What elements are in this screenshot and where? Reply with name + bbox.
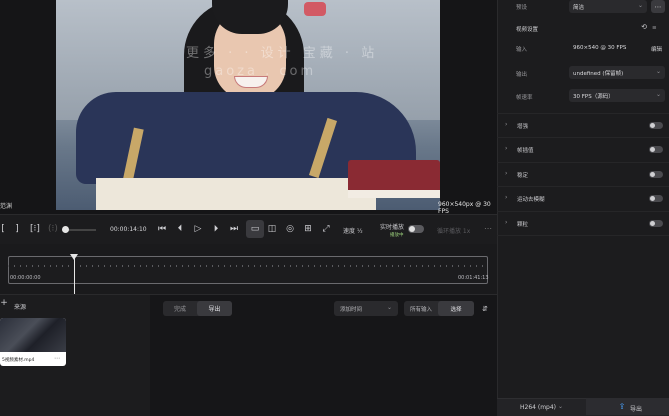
grid-icon[interactable]: ⊞ [301, 222, 315, 236]
preset-label: 预设 [516, 5, 528, 11]
all-inputs-button[interactable]: 所有输入 [404, 301, 438, 316]
timeline-track[interactable] [8, 256, 488, 284]
loop-icon[interactable]: ▭ [248, 222, 262, 236]
section-motion-deblur[interactable]: › 运动去模糊 [497, 186, 669, 211]
output-label: 输出 [516, 72, 528, 78]
chevron-down-icon: ⌄ [386, 304, 392, 311]
output-select[interactable]: undefined (保留帧) ⌄ [569, 66, 665, 79]
clip-more-icon[interactable]: ⋯ [54, 355, 60, 362]
chevron-right-icon: › [505, 145, 508, 152]
playback-speed[interactable]: 速度 ½ [343, 226, 363, 235]
video-viewer: 更多 · · 设计 宝藏 · 站 gaoza . com 960×540px @… [0, 0, 497, 215]
watermark-url: gaoza . com [204, 64, 317, 79]
timeline-start-time: 00:00:00:00 [10, 275, 41, 281]
viewer-side-label: 范渊 [0, 203, 13, 210]
bin-title: 来源 [14, 304, 27, 311]
preset-more-icon[interactable]: ⋯ [651, 0, 665, 13]
step-forward-icon[interactable]: ⏵ [209, 222, 223, 236]
chevron-down-icon: ⌄ [637, 2, 643, 9]
chevron-right-icon: › [505, 219, 508, 226]
split-view-icon[interactable]: ◫ [265, 222, 279, 236]
chevron-down-icon: ⌄ [655, 91, 661, 98]
input-value: 960×540 @ 30 FPS [573, 45, 627, 51]
enhance-toggle[interactable] [649, 122, 663, 129]
chevron-down-icon[interactable]: ⌄ [558, 403, 563, 410]
output-value: undefined (保留帧) [573, 71, 624, 77]
playhead-line[interactable] [74, 254, 75, 294]
frame-hair-bow [304, 2, 326, 16]
section-stabilize[interactable]: › 稳定 [497, 162, 669, 187]
bracket-open-icon[interactable]: [ [0, 222, 10, 236]
video-frame [56, 0, 440, 210]
sort-select[interactable]: 添加时间 ⌄ [334, 301, 398, 316]
chevron-right-icon: › [505, 121, 508, 128]
chevron-down-icon: ⌄ [655, 68, 661, 75]
export-icon[interactable]: ⇪ [618, 402, 626, 411]
realtime-playback-label: 实时播放 [380, 224, 405, 231]
chevron-right-icon: › [505, 170, 508, 177]
frame-book-pages [348, 190, 440, 198]
clip-range-icon[interactable]: [⁝] [28, 222, 42, 236]
preset-value: 简洁 [573, 5, 585, 11]
motion-deblur-toggle[interactable] [649, 195, 663, 202]
clip-thumbnail[interactable] [0, 318, 66, 352]
add-icon[interactable]: + [0, 298, 8, 308]
resolution-overlay: 960×540px @ 30 FPS [438, 201, 491, 215]
video-settings-title: 视频设置 [516, 27, 539, 33]
range-disabled-icon: (⁝) [48, 224, 58, 234]
step-back-icon[interactable]: ⏴ [173, 222, 187, 236]
tab-export[interactable]: 导出 [197, 301, 232, 316]
compare-icon[interactable]: ◎ [283, 222, 297, 236]
section-motion-deblur-label: 运动去模糊 [517, 197, 545, 203]
section-grain-label: 颗粒 [517, 222, 529, 228]
more-icon[interactable]: ⋯ [484, 224, 492, 233]
watermark-text: 更多 · · 设计 宝藏 · 站 [186, 46, 379, 61]
section-stabilize-label: 稳定 [517, 173, 529, 179]
interpolation-toggle[interactable] [649, 146, 663, 153]
chevron-right-icon: › [505, 194, 508, 201]
reset-icon[interactable]: ≡ [652, 25, 657, 31]
play-icon[interactable]: ▷ [191, 222, 205, 236]
skip-to-start-icon[interactable]: ⏮ [155, 222, 169, 236]
sort-order-icon[interactable]: ⇵ [481, 302, 489, 315]
current-timecode: 00:00:14:10 [110, 226, 147, 233]
section-interpolation-label: 帧插值 [517, 148, 534, 154]
frame-paper [96, 178, 376, 210]
volume-slider-knob[interactable] [62, 226, 69, 233]
sort-select-value: 添加时间 [340, 307, 363, 313]
stabilize-toggle[interactable] [649, 171, 663, 178]
link-icon[interactable]: ⟲ [640, 23, 648, 31]
export-button-area[interactable] [586, 398, 669, 415]
framerate-select[interactable]: 30 FPS（源码） ⌄ [569, 89, 665, 102]
edit-link[interactable]: 编辑 [651, 45, 662, 53]
preset-select[interactable]: 简洁 ⌄ [569, 0, 647, 13]
section-divider [497, 235, 669, 237]
framerate-value: 30 FPS（源码） [573, 94, 614, 100]
clip-filename: 5视频素材.mp4 [2, 358, 35, 363]
loop-playback-label: 循环播放 1x [437, 228, 471, 235]
grain-toggle[interactable] [649, 220, 663, 227]
fullscreen-icon[interactable]: ⤢ [319, 222, 333, 236]
tab-done[interactable]: 完成 [163, 301, 197, 316]
input-label: 输入 [516, 47, 528, 53]
section-interpolation[interactable]: › 帧插值 [497, 137, 669, 162]
realtime-toggle[interactable] [408, 225, 424, 233]
skip-to-end-icon[interactable]: ⏭ [227, 222, 241, 236]
export-button[interactable]: 导出 [630, 404, 642, 413]
select-button[interactable]: 选择 [438, 301, 474, 316]
framerate-label: 帧速率 [516, 95, 533, 101]
timeline-end-time: 00:01:41:13 [458, 275, 489, 281]
section-grain[interactable]: › 颗粒 [497, 211, 669, 236]
timeline-ruler [8, 265, 486, 267]
mark-out-icon[interactable]: ] [10, 222, 24, 236]
realtime-status: 播放中 [390, 233, 404, 238]
section-enhance-label: 增强 [517, 124, 529, 130]
section-enhance[interactable]: › 增强 [497, 113, 669, 138]
format-select[interactable]: H264 (mp4) [520, 404, 556, 411]
